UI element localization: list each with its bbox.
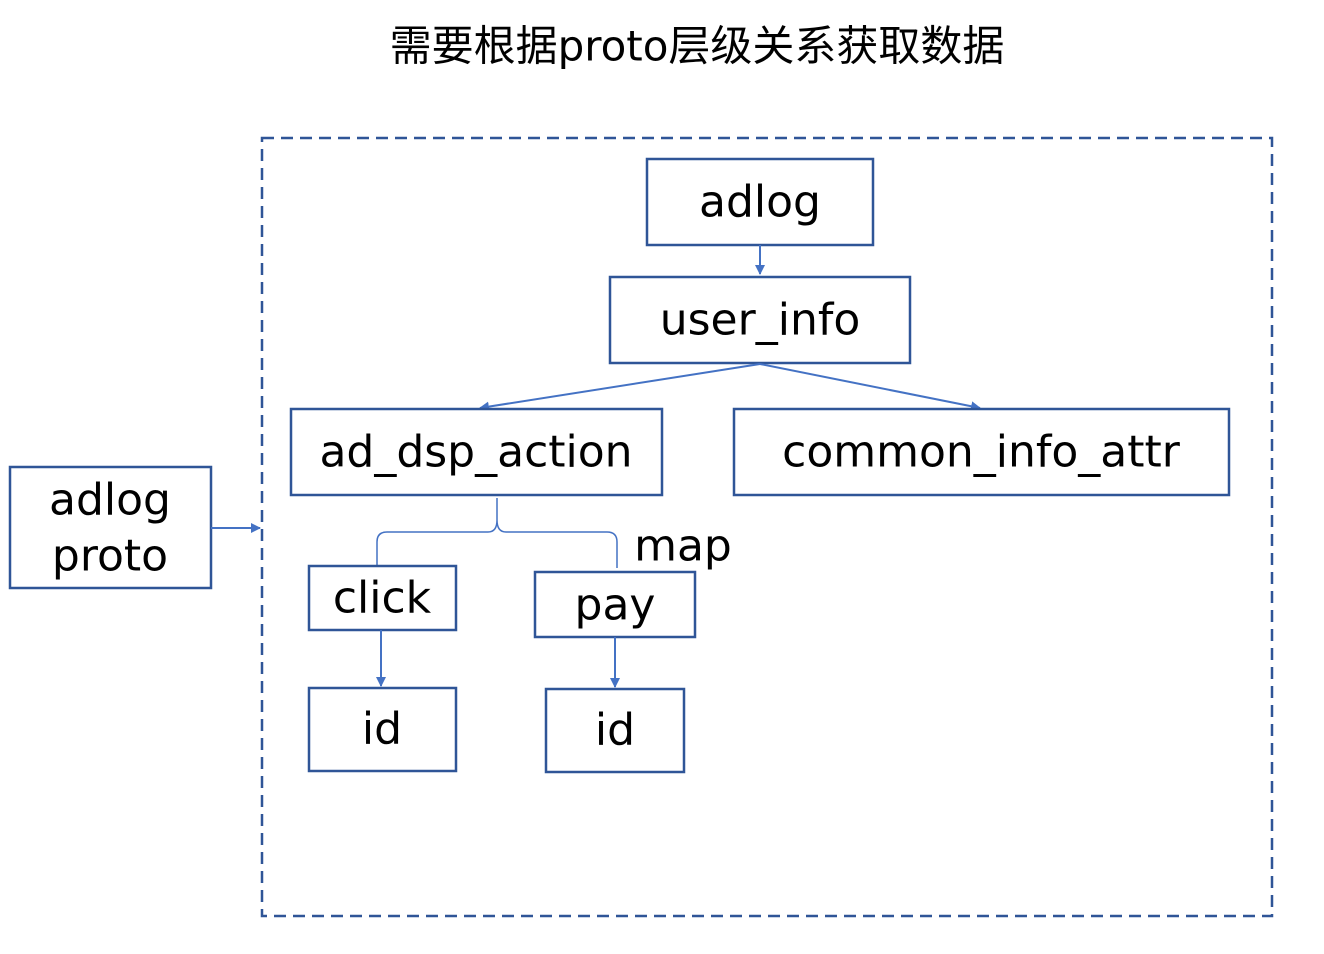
user-info-to-ad-dsp-action-arrow [479,363,761,412]
map-label: map [634,521,732,572]
proto-container-frame [260,136,1274,918]
user-info-node: user_info [608,275,912,365]
adlog-label: adlog [699,177,821,228]
map-brace [376,498,618,568]
click-id-label: id [362,704,402,755]
pay-label: pay [575,580,656,631]
user-info-to-common-info-attr-arrow [759,363,981,412]
proto-hierarchy-diagram: 需要根据proto层级关系获取数据 adlog proto adlog user… [8,22,1274,918]
click-id-node: id [307,686,458,773]
adlog-proto-node: adlog proto [8,465,213,590]
common-info-attr-node: common_info_attr [732,407,1231,497]
pay-id-label: id [595,705,635,756]
pay-id-node: id [544,687,686,774]
user-info-label: user_info [660,295,861,346]
ad-dsp-action-label: ad_dsp_action [319,427,632,478]
click-node: click [307,564,458,632]
pay-node: pay [533,570,697,639]
adlog-proto-label-line2: proto [52,531,168,582]
adlog-node: adlog [645,157,875,247]
adlog-proto-label-line1: adlog [49,475,171,526]
diagram-title: 需要根据proto层级关系获取数据 [390,22,1005,71]
common-info-attr-label: common_info_attr [782,427,1181,478]
click-label: click [333,573,432,624]
ad-dsp-action-node: ad_dsp_action [289,407,664,497]
